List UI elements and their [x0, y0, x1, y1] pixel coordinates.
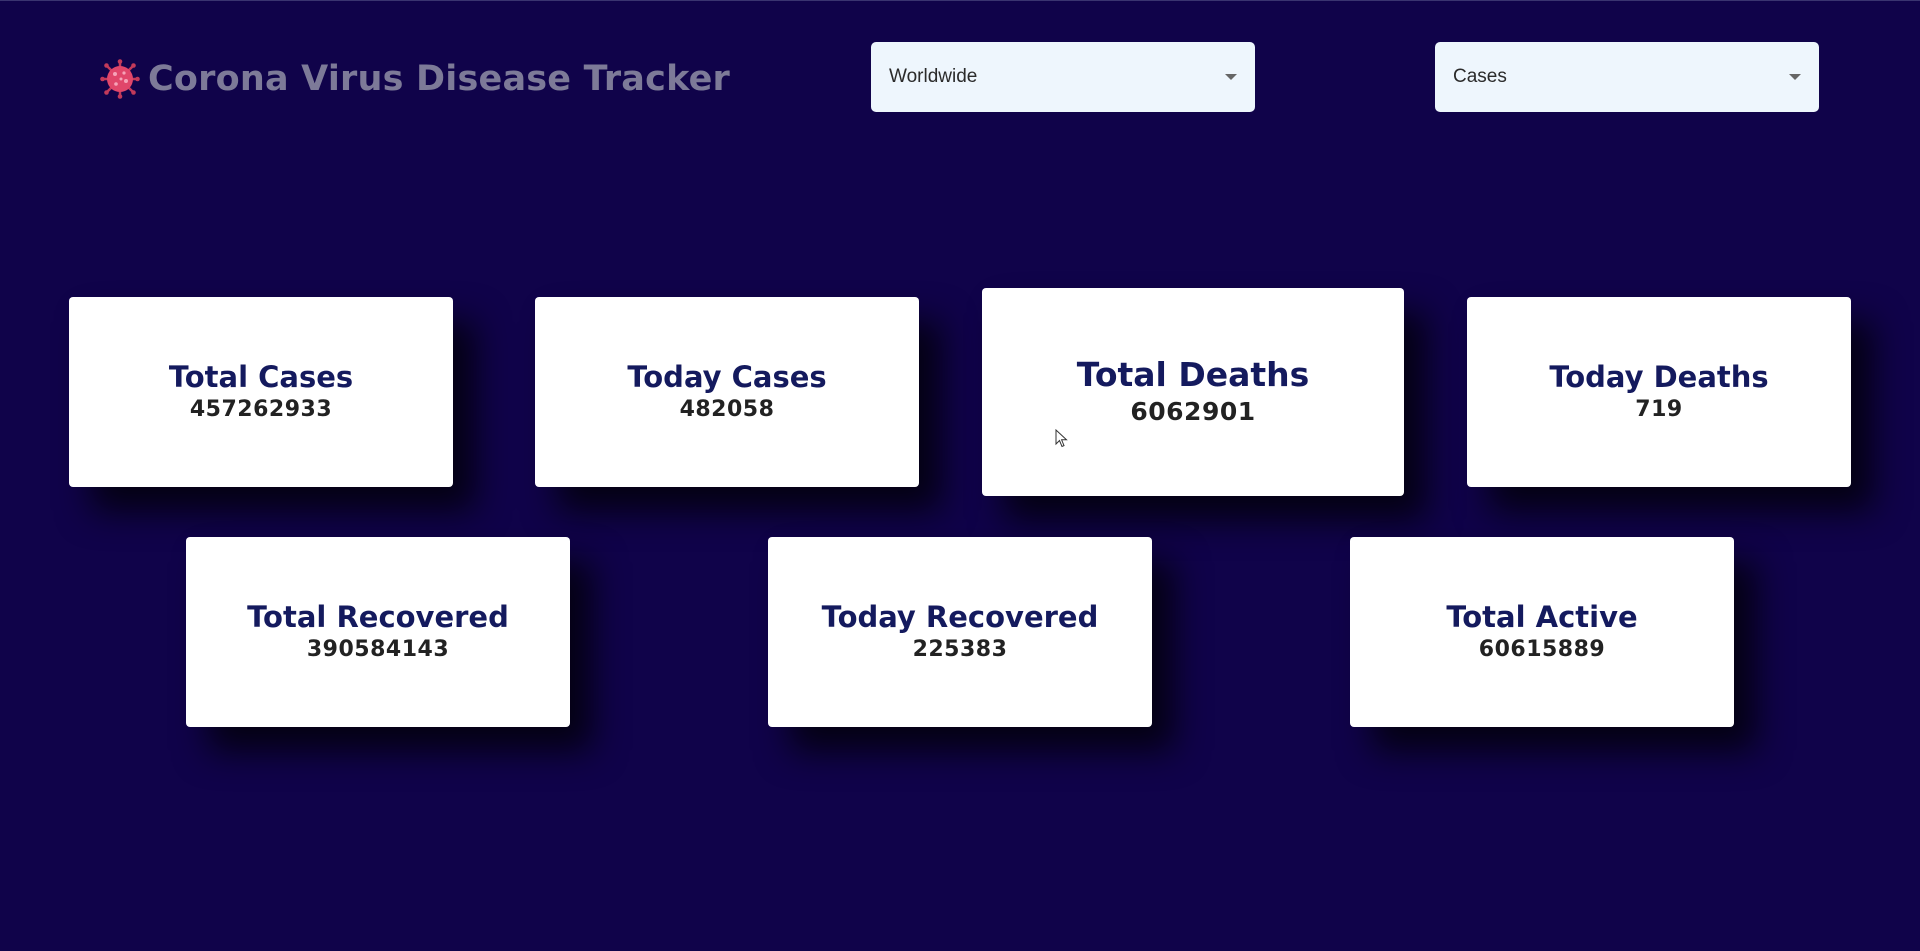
stat-card-total-active[interactable]: Total Active 60615889 — [1350, 537, 1734, 727]
chevron-down-icon — [1789, 74, 1801, 80]
stat-card-today-recovered[interactable]: Today Recovered 225383 — [768, 537, 1152, 727]
stat-value: 6062901 — [1130, 397, 1256, 426]
stat-card-today-cases[interactable]: Today Cases 482058 — [535, 297, 919, 487]
stat-card-total-recovered[interactable]: Total Recovered 390584143 — [186, 537, 570, 727]
metric-select[interactable]: Cases — [1435, 42, 1819, 112]
stat-card-total-cases[interactable]: Total Cases 457262933 — [69, 297, 453, 487]
stat-card-total-deaths[interactable]: Total Deaths 6062901 — [982, 288, 1404, 496]
region-select[interactable]: Worldwide — [871, 42, 1255, 112]
region-select-value: Worldwide — [889, 66, 978, 87]
stat-label: Total Deaths — [1076, 355, 1310, 394]
stat-card-today-deaths[interactable]: Today Deaths 719 — [1467, 297, 1851, 487]
stat-value: 225383 — [912, 637, 1008, 662]
stat-value: 60615889 — [1478, 637, 1606, 662]
app-page: Corona Virus Disease Tracker Worldwide C… — [0, 0, 1920, 951]
stat-label: Today Cases — [627, 360, 827, 394]
app-title: Corona Virus Disease Tracker — [148, 59, 731, 99]
stat-value: 719 — [1635, 397, 1683, 422]
metric-select-value: Cases — [1453, 66, 1507, 87]
stat-label: Total Active — [1446, 600, 1638, 634]
stat-label: Total Recovered — [247, 600, 509, 634]
stat-value: 482058 — [679, 397, 775, 422]
stat-label: Today Deaths — [1549, 360, 1769, 394]
stat-value: 457262933 — [189, 397, 333, 422]
mouse-cursor-icon — [1055, 429, 1068, 448]
stat-label: Total Cases — [168, 360, 354, 394]
stat-value: 390584143 — [306, 637, 450, 662]
stat-label: Today Recovered — [821, 600, 1099, 634]
chevron-down-icon — [1225, 74, 1237, 80]
virus-icon — [100, 59, 140, 99]
app-header: Corona Virus Disease Tracker — [100, 55, 730, 103]
